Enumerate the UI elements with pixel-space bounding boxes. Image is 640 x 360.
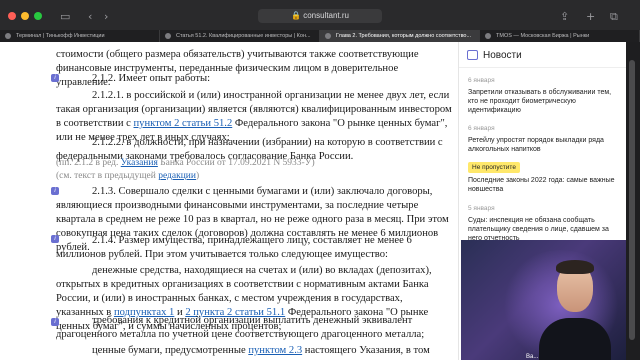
paragraph-2-1-4: 2.1.4. Размер имущества, принадлежащего … bbox=[56, 235, 412, 260]
tab-tmos[interactable]: TMOS — Московская Биржа | Рынки bbox=[480, 30, 640, 42]
video-caption: Ва... bbox=[526, 354, 539, 360]
tab-chapter-2[interactable]: Глава 2. Требования, которым должно соот… bbox=[320, 30, 480, 42]
webcam-overlay: Ва... bbox=[461, 240, 626, 360]
back-icon[interactable]: ‹ bbox=[88, 10, 92, 23]
window-controls bbox=[8, 12, 42, 20]
new-tab-icon[interactable]: + bbox=[586, 10, 595, 23]
news-text: Последние законы 2022 года: самые важные… bbox=[468, 177, 615, 193]
tab-article-51-2[interactable]: Статья 51.2. Квалифицированные инвесторы… bbox=[160, 30, 320, 42]
share-icon[interactable]: ⇪ bbox=[560, 10, 569, 23]
tab-favicon-icon bbox=[485, 33, 491, 39]
url-text: consultant.ru bbox=[303, 11, 349, 20]
tab-favicon-icon bbox=[165, 33, 171, 39]
edition-note: (пп. 2.1.2 в ред. Указания Банка России … bbox=[56, 158, 315, 168]
document-content: стоимости (общего размера обязательств) … bbox=[0, 42, 458, 360]
link-ukazanie[interactable]: Указания bbox=[121, 158, 158, 168]
dont-miss-badge: Не пропустите bbox=[468, 162, 520, 173]
address-bar[interactable]: 🔒 consultant.ru bbox=[258, 9, 382, 23]
news-icon bbox=[467, 50, 478, 60]
presenter-body bbox=[539, 318, 611, 360]
link-article-51-2[interactable]: пунктом 2 статьи 51.2 bbox=[134, 118, 233, 129]
news-item[interactable]: 6 января Запретили отказывать в обслужив… bbox=[468, 76, 618, 115]
news-header: Новости bbox=[459, 42, 627, 68]
link-point-2-3[interactable]: пунктом 2.3 bbox=[248, 345, 302, 356]
paragraph-2-1-2: 2.1.2. Имеет опыт работы: bbox=[92, 73, 211, 84]
tab-tinkoff[interactable]: Терминал | Тинькофф Инвестиции bbox=[0, 30, 160, 42]
browser-toolbar: ▭ ‹ › 🔒 consultant.ru ⇪ + ⧉ bbox=[0, 0, 640, 30]
info-marker-icon[interactable]: i bbox=[51, 74, 59, 82]
tab-overview-icon[interactable]: ⧉ bbox=[610, 10, 618, 24]
news-item[interactable]: 5 января Суды: инспекция не обязана сооб… bbox=[468, 204, 618, 243]
paragraph-securities: ценные бумаги, предусмотренные пунктом 2… bbox=[56, 345, 430, 360]
paragraph-metal: требования к кредитной организации выпла… bbox=[56, 315, 425, 340]
sidebar-icon[interactable]: ▭ bbox=[60, 10, 70, 23]
news-date: 6 января bbox=[468, 125, 495, 132]
previous-edition-note: (см. текст в предыдущей редакции) bbox=[56, 171, 200, 181]
forward-icon[interactable]: › bbox=[104, 10, 108, 23]
news-item-highlight[interactable]: Не пропустите Последние законы 2022 года… bbox=[468, 162, 618, 194]
minimize-window-button[interactable] bbox=[21, 12, 29, 20]
news-text: Суды: инспекция не обязана сообщать плат… bbox=[468, 217, 609, 242]
news-date: 5 января bbox=[468, 205, 495, 212]
link-previous-edition[interactable]: редакции bbox=[158, 171, 196, 181]
news-text: Запретили отказывать в обслуживании тем,… bbox=[468, 89, 612, 114]
presenter-hair bbox=[556, 260, 594, 274]
news-title: Новости bbox=[483, 50, 522, 61]
tab-bar: Терминал | Тинькофф Инвестиции Статья 51… bbox=[0, 30, 640, 42]
news-item[interactable]: 6 января Ретейлу упростят порядок выклад… bbox=[468, 124, 618, 154]
tab-favicon-icon bbox=[5, 33, 11, 39]
zoom-window-button[interactable] bbox=[34, 12, 42, 20]
close-window-button[interactable] bbox=[8, 12, 16, 20]
tab-favicon-icon bbox=[325, 33, 331, 39]
news-text: Ретейлу упростят порядок выкладки ряда а… bbox=[468, 137, 604, 153]
scrollbar-thumb[interactable] bbox=[629, 60, 635, 340]
news-date: 6 января bbox=[468, 77, 495, 84]
